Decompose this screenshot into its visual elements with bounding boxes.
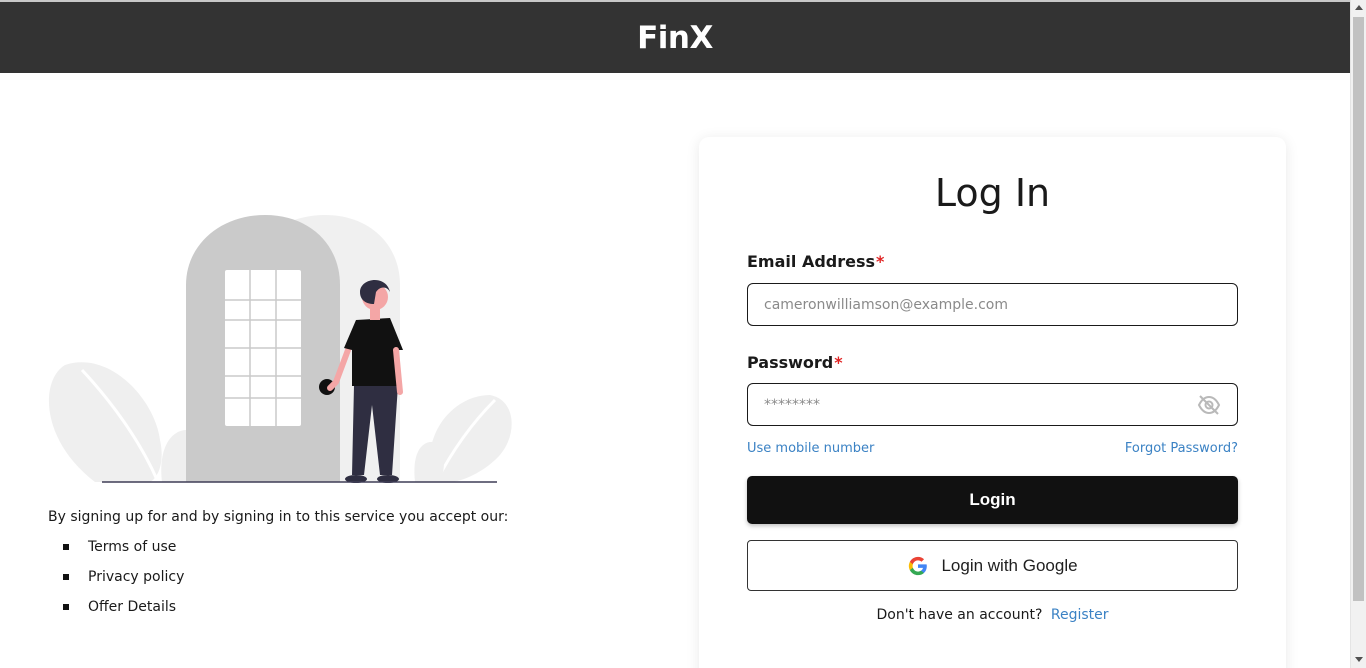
required-mark: * — [876, 252, 885, 271]
bullet-icon — [63, 574, 69, 580]
password-field-wrapper — [747, 383, 1238, 426]
email-label: Email Address* — [747, 252, 884, 271]
google-g-icon — [909, 556, 928, 575]
brand-logo[interactable]: FinX — [637, 20, 713, 56]
email-field-wrapper — [747, 283, 1238, 326]
terms-item-privacy-policy[interactable]: Privacy policy — [48, 568, 508, 598]
required-mark: * — [834, 353, 843, 372]
password-label: Password* — [747, 353, 843, 372]
google-button-label: Login with Google — [941, 555, 1078, 575]
email-label-text: Email Address — [747, 252, 876, 271]
terms-item-terms-of-use[interactable]: Terms of use — [48, 538, 508, 568]
bullet-icon — [63, 604, 69, 610]
email-field[interactable] — [748, 284, 1237, 325]
page-title: Log In — [934, 171, 1051, 215]
password-field[interactable] — [748, 384, 1237, 425]
forgot-password-link[interactable]: Forgot Password? — [1125, 441, 1238, 456]
terms-section: By signing up for and by signing in to t… — [48, 509, 508, 628]
use-mobile-link[interactable]: Use mobile number — [747, 441, 874, 456]
password-label-text: Password — [747, 353, 834, 372]
register-link[interactable]: Register — [1051, 607, 1109, 623]
login-button[interactable]: Login — [747, 476, 1238, 524]
terms-item-label[interactable]: Offer Details — [88, 599, 176, 615]
scroll-up-arrow-icon[interactable] — [1355, 5, 1363, 10]
left-leaf — [48, 362, 162, 482]
login-card: Log In Email Address* Password* Use mobi… — [699, 137, 1286, 668]
scroll-thumb[interactable] — [1353, 17, 1364, 601]
top-header: FinX — [0, 0, 1350, 73]
terms-list: Terms of use Privacy policy Offer Detail… — [48, 538, 508, 628]
terms-item-label[interactable]: Terms of use — [88, 539, 176, 555]
login-with-google-button[interactable]: Login with Google — [747, 540, 1238, 591]
scroll-down-arrow-icon[interactable] — [1355, 657, 1363, 662]
no-account-text: Don't have an account? — [876, 607, 1043, 623]
register-prompt: Don't have an account? Register — [699, 607, 1286, 623]
door-illustration — [48, 215, 512, 483]
bullet-icon — [63, 544, 69, 550]
eye-off-icon[interactable] — [1197, 395, 1221, 415]
terms-item-label[interactable]: Privacy policy — [88, 569, 184, 585]
terms-item-offer-details[interactable]: Offer Details — [48, 598, 508, 628]
terms-intro: By signing up for and by signing in to t… — [48, 509, 509, 525]
vertical-scrollbar[interactable] — [1350, 0, 1366, 668]
